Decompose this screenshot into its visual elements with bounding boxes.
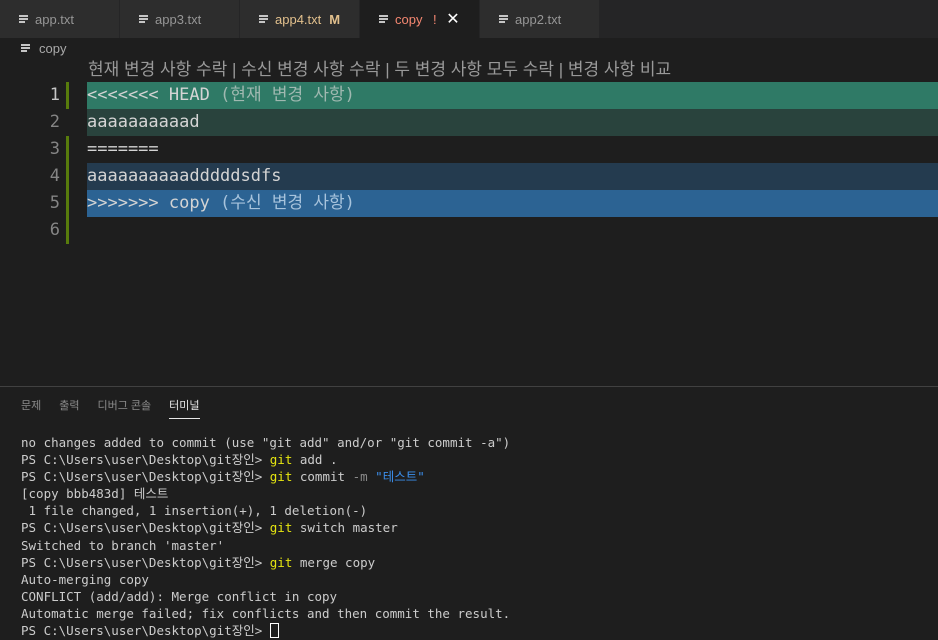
gutter-change-indicator — [66, 82, 69, 109]
tab-problems[interactable]: 문제 — [21, 397, 41, 419]
gutter-change-indicator — [66, 190, 69, 217]
editor-line[interactable]: 1 <<<<<<< HEAD (현재 변경 사항) — [0, 82, 938, 109]
file-lines-icon — [19, 14, 29, 24]
editor-line[interactable]: 5 >>>>>>> copy (수신 변경 사항) — [0, 190, 938, 217]
line-number: 2 — [49, 112, 60, 132]
accept-current-change-link[interactable]: 현재 변경 사항 수락 — [88, 60, 227, 79]
tab-label: app.txt — [35, 11, 75, 27]
terminal-prompt: PS C:\Users\user\Desktop\git장인> — [21, 520, 270, 536]
tab-label: copy — [395, 11, 423, 27]
editor-tab-bar: app.txt app3.txt app4.txt M copy ! ✕ app… — [0, 0, 938, 38]
gutter-change-indicator — [66, 136, 69, 163]
tab-app3-txt[interactable]: app3.txt — [120, 0, 240, 38]
line-number: 6 — [49, 220, 60, 240]
file-lines-icon — [21, 43, 31, 53]
terminal-line: Auto-merging copy — [21, 571, 149, 587]
editor-line[interactable]: 3 ======= — [0, 136, 938, 163]
conflict-separator: ======= — [87, 139, 159, 159]
terminal-args: add . — [292, 452, 338, 468]
breadcrumb: copy — [0, 38, 938, 58]
codelens-separator: | — [554, 60, 568, 79]
line-number: 5 — [49, 193, 60, 213]
tab-debug-console[interactable]: 디버그 콘솔 — [98, 397, 152, 419]
terminal-args: commit — [292, 469, 353, 485]
terminal-args: merge copy — [292, 554, 376, 570]
terminal-line: CONFLICT (add/add): Merge conflict in co… — [21, 588, 338, 604]
tab-label: app4.txt — [275, 11, 322, 27]
terminal-output[interactable]: no changes added to commit (use "git add… — [21, 434, 510, 639]
tab-app-txt[interactable]: app.txt — [0, 0, 120, 38]
conflict-marker-current: <<<<<<< HEAD — [87, 85, 210, 105]
file-lines-icon — [139, 14, 149, 24]
panel-tabs: 문제 출력 디버그 콘솔 터미널 — [12, 397, 209, 419]
tab-terminal[interactable]: 터미널 — [169, 397, 200, 419]
close-icon[interactable]: ✕ — [443, 9, 463, 29]
terminal-command: git — [269, 469, 293, 485]
terminal-flag: -m — [352, 469, 368, 485]
terminal-args: switch master — [292, 520, 398, 536]
merge-codelens: 현재 변경 사항 수락 | 수신 변경 사항 수락 | 두 변경 사항 모두 수… — [88, 58, 671, 82]
codelens-separator: | — [227, 60, 242, 79]
tab-copy[interactable]: copy ! ✕ — [360, 0, 480, 38]
breadcrumb-file[interactable]: copy — [39, 41, 66, 56]
conflict-badge: ! — [433, 11, 437, 27]
line-number: 1 — [49, 85, 60, 105]
file-lines-icon — [259, 14, 269, 24]
file-lines-icon — [499, 14, 509, 24]
conflict-hint-current: (현재 변경 사항) — [209, 85, 355, 105]
line-text: aaaaaaaaaadddddsdfs — [87, 163, 938, 190]
terminal-prompt: PS C:\Users\user\Desktop\git장인> — [21, 469, 270, 485]
line-number: 4 — [49, 166, 60, 186]
line-number: 3 — [49, 139, 60, 159]
modified-badge: M — [329, 11, 341, 27]
terminal-line: Switched to branch 'master' — [21, 537, 225, 553]
tab-label: app2.txt — [515, 11, 562, 27]
compare-changes-link[interactable]: 변경 사항 비교 — [568, 60, 671, 79]
terminal-line: [copy bbb483d] 테스트 — [21, 486, 169, 502]
editor-line[interactable]: 6 — [0, 217, 938, 244]
terminal-command: git — [269, 452, 293, 468]
line-text — [87, 217, 938, 244]
gutter-change-indicator — [66, 217, 69, 244]
terminal-cursor — [269, 623, 279, 639]
tab-app4-txt[interactable]: app4.txt M — [240, 0, 360, 38]
terminal-prompt: PS C:\Users\user\Desktop\git장인> — [21, 623, 270, 639]
terminal-command: git — [269, 520, 293, 536]
accept-incoming-change-link[interactable]: 수신 변경 사항 수락 — [241, 60, 380, 79]
line-text: aaaaaaaaaad — [87, 109, 938, 136]
terminal-line: Automatic merge failed; fix conflicts an… — [21, 605, 511, 621]
accept-both-changes-link[interactable]: 두 변경 사항 모두 수락 — [394, 60, 554, 79]
tab-app2-txt[interactable]: app2.txt — [480, 0, 600, 38]
terminal-line: 1 file changed, 1 insertion(+), 1 deleti… — [21, 503, 368, 519]
terminal-prompt: PS C:\Users\user\Desktop\git장인> — [21, 452, 270, 468]
gutter-change-indicator — [66, 163, 69, 190]
terminal-prompt: PS C:\Users\user\Desktop\git장인> — [21, 554, 270, 570]
codelens-separator: | — [380, 60, 395, 79]
file-lines-icon — [379, 14, 389, 24]
conflict-hint-incoming: (수신 변경 사항) — [209, 193, 355, 213]
conflict-marker-incoming: >>>>>>> copy — [87, 193, 210, 213]
terminal-command: git — [269, 554, 293, 570]
terminal-line: no changes added to commit (use "git add… — [21, 435, 511, 450]
editor-line[interactable]: 2 aaaaaaaaaad — [0, 109, 938, 136]
bottom-panel: 문제 출력 디버그 콘솔 터미널 no changes added to com… — [0, 386, 938, 640]
terminal-string: "테스트" — [367, 469, 425, 485]
editor-line[interactable]: 4 aaaaaaaaaadddddsdfs — [0, 163, 938, 190]
tab-output[interactable]: 출력 — [59, 397, 79, 419]
tab-label: app3.txt — [155, 11, 202, 27]
